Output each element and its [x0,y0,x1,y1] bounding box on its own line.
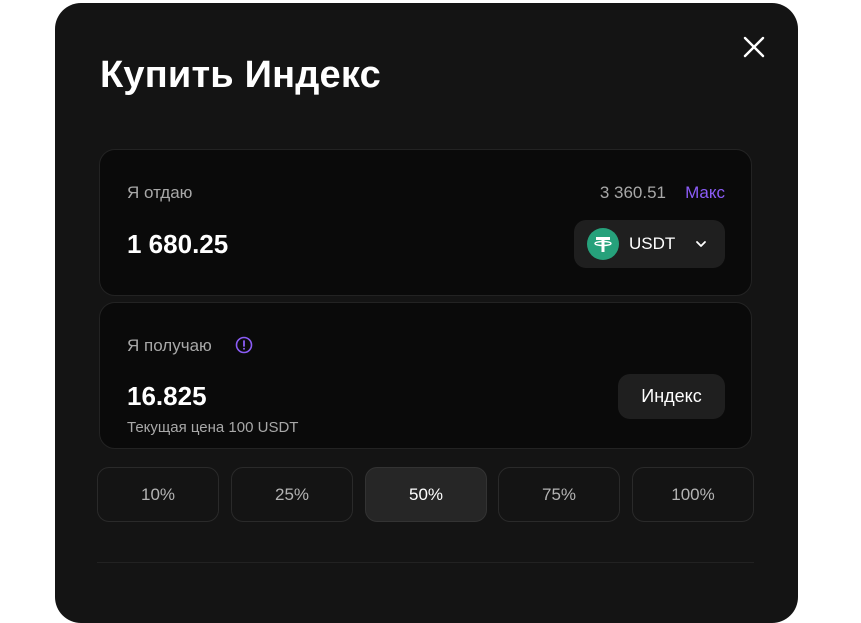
info-icon[interactable] [235,336,253,354]
max-button[interactable]: Макс [685,183,725,203]
token-select[interactable]: USDT [574,220,725,268]
token-name: USDT [629,234,676,253]
receive-card: Я получаю 16.825 Текущая цена 100 USDT И… [99,302,752,449]
close-icon [743,36,765,58]
buy-index-dialog: Купить Индекс Я отдаю 3 360.51 Макс 1 68… [55,3,798,623]
divider [97,562,754,563]
percent-25-button[interactable]: 25% [231,467,353,522]
tether-icon [587,228,619,260]
percent-10-button[interactable]: 10% [97,467,219,522]
balance-value: 3 360.51 [599,183,666,202]
index-asset-button[interactable]: Индекс [618,374,725,419]
percent-100-button[interactable]: 100% [632,467,754,522]
give-card: Я отдаю 3 360.51 Макс 1 680.25 USDT [99,149,752,296]
current-price-note: Текущая цена 100 USDT [127,419,299,436]
percent-50-button[interactable]: 50% [365,467,487,522]
percent-75-button[interactable]: 75% [498,467,620,522]
give-label: Я отдаю [127,183,193,202]
receive-amount: 16.825 [127,381,207,411]
receive-label: Я получаю [127,336,212,355]
dialog-title: Купить Индекс [100,54,381,96]
give-amount-input[interactable]: 1 680.25 [127,229,228,260]
chevron-down-icon [695,239,707,249]
percent-selector: 10% 25% 50% 75% 100% [97,467,754,522]
close-button[interactable] [741,34,767,60]
